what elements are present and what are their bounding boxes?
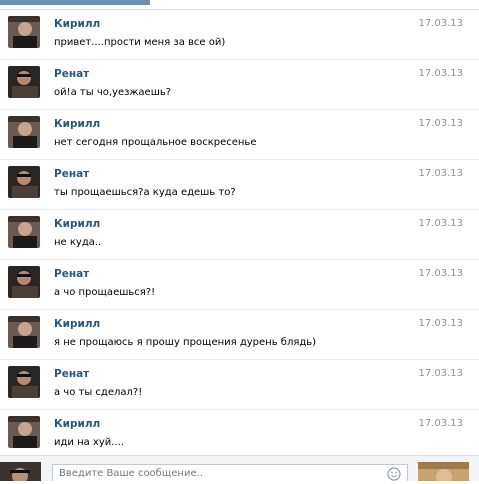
smile-icon[interactable] <box>387 467 401 481</box>
message-row: Кирилл 17.03.13 иди на хуй.... <box>0 410 479 460</box>
message-row: Кирилл 17.03.13 нет сегодня прощальное в… <box>0 110 479 160</box>
author-link[interactable]: Ренат <box>54 268 89 280</box>
message-row: Кирилл 17.03.13 не куда.. <box>0 210 479 260</box>
avatar[interactable] <box>8 216 40 248</box>
avatar[interactable] <box>8 66 40 98</box>
message-text: я не прощаюсь я прошу прощения дурень бл… <box>54 337 317 348</box>
message-text: ой!а ты чо,уезжаешь? <box>54 87 172 98</box>
message-text: а чо прощаешься?! <box>54 287 156 298</box>
message-row: Ренат 17.03.13 а чо ты сделал?! <box>0 360 479 410</box>
message-row: Ренат 17.03.13 а чо прощаешься?! <box>0 260 479 310</box>
message-input-placeholder: Введите Ваше сообщение.. <box>59 468 203 479</box>
author-link[interactable]: Ренат <box>54 368 89 380</box>
message-date: 17.03.13 <box>418 318 463 329</box>
avatar[interactable] <box>8 366 40 398</box>
author-link[interactable]: Кирилл <box>54 118 100 130</box>
message-date: 17.03.13 <box>418 268 463 279</box>
message-row: Ренат 17.03.13 ой!а ты чо,уезжаешь? <box>0 60 479 110</box>
top-bar <box>0 0 479 10</box>
message-date: 17.03.13 <box>418 168 463 179</box>
message-date: 17.03.13 <box>418 18 463 29</box>
message-text: нет сегодня прощальное воскресенье <box>54 137 257 148</box>
message-text: ты прощаешься?а куда едешь то? <box>54 187 236 198</box>
author-link[interactable]: Кирилл <box>54 418 100 430</box>
message-date: 17.03.13 <box>418 418 463 429</box>
message-text: а чо ты сделал?! <box>54 387 143 398</box>
avatar[interactable] <box>8 116 40 148</box>
message-date: 17.03.13 <box>418 368 463 379</box>
message-thread: Кирилл 17.03.13 привет....прости меня за… <box>0 10 479 460</box>
message-input[interactable]: Введите Ваше сообщение.. <box>52 464 408 481</box>
author-link[interactable]: Кирилл <box>54 218 100 230</box>
message-date: 17.03.13 <box>418 118 463 129</box>
my-avatar[interactable] <box>0 462 41 481</box>
avatar[interactable] <box>8 16 40 48</box>
author-link[interactable]: Кирилл <box>54 18 100 30</box>
message-row: Кирилл 17.03.13 я не прощаюсь я прошу пр… <box>0 310 479 360</box>
author-link[interactable]: Ренат <box>54 68 89 80</box>
message-date: 17.03.13 <box>418 68 463 79</box>
avatar[interactable] <box>8 416 40 448</box>
avatar[interactable] <box>8 266 40 298</box>
message-composer: Введите Ваше сообщение.. <box>0 455 479 481</box>
author-link[interactable]: Ренат <box>54 168 89 180</box>
message-text: иди на хуй.... <box>54 437 124 448</box>
avatar[interactable] <box>8 166 40 198</box>
header-accent <box>0 0 150 5</box>
message-row: Кирилл 17.03.13 привет....прости меня за… <box>0 10 479 60</box>
message-date: 17.03.13 <box>418 218 463 229</box>
author-link[interactable]: Кирилл <box>54 318 100 330</box>
message-row: Ренат 17.03.13 ты прощаешься?а куда едеш… <box>0 160 479 210</box>
avatar[interactable] <box>8 316 40 348</box>
message-text: привет....прости меня за все ой) <box>54 37 226 48</box>
peer-avatar[interactable] <box>418 462 469 481</box>
message-text: не куда.. <box>54 237 102 248</box>
